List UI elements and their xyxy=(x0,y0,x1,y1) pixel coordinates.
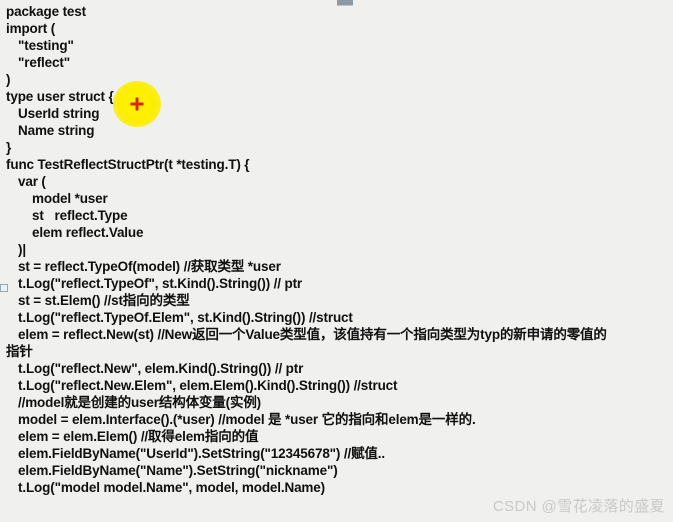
code-line: t.Log("reflect.TypeOf.Elem", st.Kind().S… xyxy=(18,310,353,325)
code-line: st = reflect.TypeOf(model) //获取类型 *user xyxy=(18,259,281,274)
code-line: t.Log("reflect.New", elem.Kind().String(… xyxy=(18,361,304,376)
code-line: import ( xyxy=(6,21,56,36)
code-line: elem.FieldByName("Name").SetString("nick… xyxy=(18,463,338,478)
code-line: "testing" xyxy=(18,38,74,53)
code-line: func TestReflectStructPtr(t *testing.T) … xyxy=(6,157,250,172)
csdn-watermark: CSDN @雪花凌落的盛夏 xyxy=(492,498,665,515)
code-editor-screenshot: package test import ( "testing" "reflect… xyxy=(0,0,673,522)
code-line: UserId string xyxy=(18,106,100,121)
code-line: st reflect.Type xyxy=(32,208,128,223)
code-line: ) xyxy=(6,72,11,87)
code-fold-marker-icon[interactable] xyxy=(0,284,8,292)
code-line: } xyxy=(6,140,12,155)
code-line: t.Log("reflect.New.Elem", elem.Elem().Ki… xyxy=(18,378,398,393)
code-line: elem = reflect.New(st) //New返回一个Value类型值… xyxy=(18,327,607,342)
code-line: )| xyxy=(18,242,26,257)
code-line: type user struct { xyxy=(6,89,114,104)
code-line: st = st.Elem() //st指向的类型 xyxy=(18,293,190,308)
code-line: Name string xyxy=(18,123,95,138)
code-line: elem.FieldByName("UserId").SetString("12… xyxy=(18,446,385,461)
code-line: elem reflect.Value xyxy=(32,225,144,240)
code-line: var ( xyxy=(18,174,46,189)
code-line: package test xyxy=(6,4,86,19)
code-line: //model就是创建的user结构体变量(实例) xyxy=(18,395,262,410)
code-line: model *user xyxy=(32,191,108,206)
code-line: model = elem.Interface().(*user) //model… xyxy=(18,412,476,427)
code-editor-text-area[interactable]: package test import ( "testing" "reflect… xyxy=(0,0,673,522)
code-line: t.Log("reflect.TypeOf", st.Kind().String… xyxy=(18,276,303,291)
code-line: t.Log("model model.Name", model, model.N… xyxy=(18,480,325,495)
code-line: "reflect" xyxy=(18,55,70,70)
code-line: elem = elem.Elem() //取得elem指向的值 xyxy=(18,429,259,444)
code-line-wrapped: 指针 xyxy=(6,344,33,359)
